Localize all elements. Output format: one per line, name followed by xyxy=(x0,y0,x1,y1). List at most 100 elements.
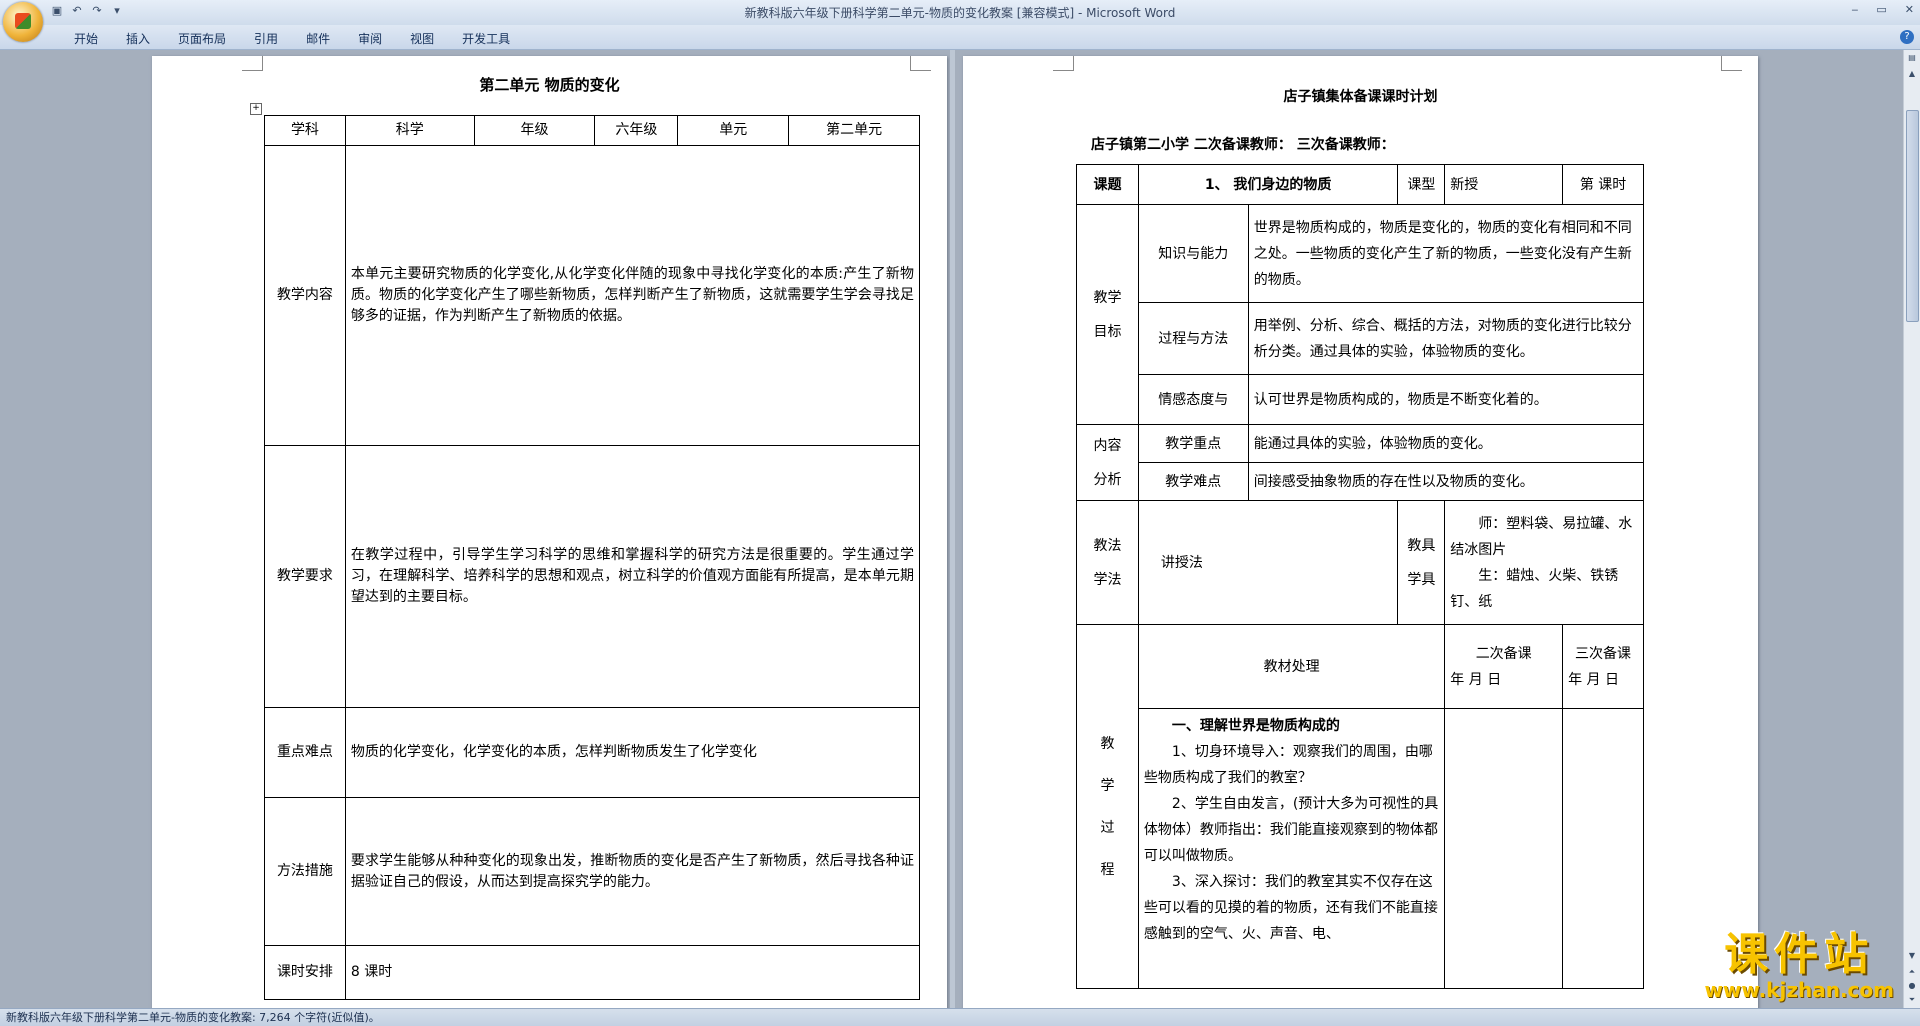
browse-object-icon[interactable]: ● xyxy=(1906,980,1918,992)
scroll-up-icon[interactable]: ▲ xyxy=(1906,68,1918,80)
unit-table: 学科 科学 年级 六年级 单元 第二单元 教学内容 本单元主要研究物质的化学变化… xyxy=(264,115,921,1000)
topic-label[interactable]: 课题 xyxy=(1076,164,1139,205)
tab-developer[interactable]: 开发工具 xyxy=(448,30,524,47)
tools-value[interactable]: 师：塑料袋、易拉罐、水结冰图片 生：蜡烛、火柴、铁锈钉、纸 xyxy=(1444,500,1644,625)
vertical-scrollbar[interactable]: ▤ ▲ ▼ ⏶ ● ⏷ xyxy=(1903,50,1920,1008)
status-text: 新教科版六年级下册科学第二单元-物质的变化教案: 7,264 个字符(近似值)。 xyxy=(6,1011,380,1024)
table-row: 教学内容 本单元主要研究物质的化学变化,从化学变化伴随的现象中寻找化学变化的本质… xyxy=(264,145,921,446)
tools-student: 生：蜡烛、火柴、铁锈钉、纸 xyxy=(1450,567,1619,610)
status-bar: 新教科版六年级下册科学第二单元-物质的变化教案: 7,264 个字符(近似值)。 xyxy=(0,1008,1920,1026)
row-content[interactable]: 在教学过程中，引导学生学习科学的思维和掌握科学的研究方法是很重要的。学生通过学习… xyxy=(344,445,921,708)
goals-label[interactable]: 教学 目标 xyxy=(1076,204,1139,425)
close-button[interactable]: ✕ xyxy=(1905,3,1914,16)
crop-mark xyxy=(242,56,263,71)
title-bar: ▣ ↶ ↷ ▾ 新教科版六年级下册科学第二单元-物质的变化教案 [兼容模式] -… xyxy=(0,0,1920,42)
tools-teacher: 师：塑料袋、易拉罐、水结冰图片 xyxy=(1450,515,1633,558)
topic-value[interactable]: 1、 我们身边的物质 xyxy=(1137,164,1399,205)
window-controls: ‒ ▭ ✕ xyxy=(1851,3,1914,16)
tab-review[interactable]: 审阅 xyxy=(344,30,396,47)
second-prep-header[interactable]: 二次备课年 月 日 xyxy=(1444,624,1564,709)
process-content[interactable]: 一、理解世界是物质构成的 1、切身环境导入：观察我们的周围，由哪些物质构成了我们… xyxy=(1137,708,1446,989)
maximize-button[interactable]: ▭ xyxy=(1876,3,1886,16)
goal-label[interactable]: 过程与方法 xyxy=(1137,302,1249,375)
method-label[interactable]: 教法 学法 xyxy=(1076,500,1139,625)
watermark-url: www.kjzhan.com xyxy=(1704,978,1894,1002)
table-row: 教学过程 教材处理 二次备课年 月 日 三次备课年 月 日 xyxy=(1076,624,1644,989)
process-label[interactable]: 教学过程 xyxy=(1076,624,1139,989)
table-row: 方法措施 要求学生能够从种种变化的现象出发，推断物质的变化是否产生了新物质，然后… xyxy=(264,797,921,946)
window-title: 新教科版六年级下册科学第二单元-物质的变化教案 [兼容模式] - Microso… xyxy=(744,6,1176,20)
crop-mark xyxy=(1721,56,1742,71)
process-step: 3、深入探讨：我们的教室其实不仅存在这些可以看的见摸的着的物质，还有我们不能直接… xyxy=(1143,874,1438,942)
third-prep-header[interactable]: 三次备课年 月 日 xyxy=(1562,624,1644,709)
ruler-toggle-icon[interactable]: ▤ xyxy=(1906,52,1918,64)
process-step: 1、切身环境导入：观察我们的周围，由哪些物质构成了我们的教室？ xyxy=(1143,744,1433,786)
analysis-item-text[interactable]: 间接感受抽象物质的存在性以及物质的变化。 xyxy=(1247,462,1645,501)
goal-label[interactable]: 情感态度与 xyxy=(1137,374,1249,425)
period-label[interactable]: 第 课时 xyxy=(1562,164,1644,205)
goal-text[interactable]: 世界是物质构成的，物质是变化的，物质的变化有相同和不同之处。一些物质的变化产生了… xyxy=(1247,204,1645,303)
process-label-line: 程 xyxy=(1100,861,1115,878)
second-prep-label: 二次备课 xyxy=(1475,645,1532,662)
table-row: 课题 1、 我们身边的物质 课型 新授 第 课时 xyxy=(1076,164,1644,205)
previous-page-icon[interactable]: ⏶ xyxy=(1906,966,1918,978)
next-page-icon[interactable]: ⏷ xyxy=(1906,994,1918,1006)
row-content[interactable]: 本单元主要研究物质的化学变化,从化学变化伴随的现象中寻找化学变化的本质:产生了新… xyxy=(344,145,921,446)
office-button[interactable] xyxy=(3,2,43,42)
tools-label[interactable]: 教具 学具 xyxy=(1397,500,1446,625)
help-icon[interactable]: ? xyxy=(1900,30,1914,44)
scroll-down-icon[interactable]: ▼ xyxy=(1906,950,1918,962)
header-cell[interactable]: 学科 xyxy=(264,115,346,146)
tab-home[interactable]: 开始 xyxy=(60,30,112,47)
row-label[interactable]: 方法措施 xyxy=(264,797,346,946)
row-label[interactable]: 教学要求 xyxy=(264,445,346,708)
third-prep-label: 三次备课 xyxy=(1575,645,1632,662)
third-prep-date: 年 月 日 xyxy=(1568,671,1619,688)
row-content[interactable]: 8 课时 xyxy=(344,945,921,1000)
minimize-button[interactable]: ‒ xyxy=(1851,3,1858,16)
row-label[interactable]: 教学内容 xyxy=(264,145,346,446)
type-value[interactable]: 新授 xyxy=(1444,164,1564,205)
header-cell[interactable]: 六年级 xyxy=(594,115,679,146)
table-row: 重点难点 物质的化学变化，化学变化的本质，怎样判断物质发生了化学变化 xyxy=(264,707,921,798)
process-step: 2、学生自由发言，(预计大多为可视性的具体物体）教师指出：我们能直接观察到的物体… xyxy=(1143,796,1439,864)
header-cell[interactable]: 第二单元 xyxy=(788,115,920,146)
row-label[interactable]: 重点难点 xyxy=(264,707,346,798)
row-content[interactable]: 物质的化学变化，化学变化的本质，怎样判断物质发生了化学变化 xyxy=(344,707,921,798)
type-label[interactable]: 课型 xyxy=(1397,164,1446,205)
tab-references[interactable]: 引用 xyxy=(240,30,292,47)
watermark-title: 课件站 xyxy=(1724,929,1875,980)
material-label[interactable]: 教材处理 xyxy=(1137,624,1446,709)
method-value[interactable]: 讲授法 xyxy=(1137,500,1399,625)
tab-insert[interactable]: 插入 xyxy=(112,30,164,47)
third-prep-notes[interactable] xyxy=(1562,708,1644,989)
row-label[interactable]: 课时安排 xyxy=(264,945,346,1000)
tab-page-layout[interactable]: 页面布局 xyxy=(164,30,240,47)
analysis-item-text[interactable]: 能通过具体的实验，体验物质的变化。 xyxy=(1247,424,1645,463)
header-cell[interactable]: 单元 xyxy=(677,115,790,146)
table-row: 情感态度与 认可世界是物质构成的，物质是不断变化着的。 xyxy=(1077,374,1645,425)
tab-mailings[interactable]: 邮件 xyxy=(292,30,344,47)
analysis-label[interactable]: 内容 分析 xyxy=(1076,424,1139,501)
crop-mark xyxy=(910,56,931,71)
analysis-item-label[interactable]: 教学难点 xyxy=(1137,462,1249,501)
table-row: 过程与方法 用举例、分析、综合、概括的方法，对物质的变化进行比较分析分类。通过具… xyxy=(1077,302,1645,375)
row-content[interactable]: 要求学生能够从种种变化的现象出发，推断物质的变化是否产生了新物质，然后寻找各种证… xyxy=(344,797,921,946)
process-label-line: 教 xyxy=(1100,735,1115,752)
analysis-item-label[interactable]: 教学重点 xyxy=(1137,424,1249,463)
method-label-line: 学法 xyxy=(1093,571,1122,588)
lesson-plan-table: 课题 1、 我们身边的物质 课型 新授 第 课时 教学 目标 知识与能力 世界是物… xyxy=(1076,164,1645,989)
goal-text[interactable]: 用举例、分析、综合、概括的方法，对物质的变化进行比较分析分类。通过具体的实验，体… xyxy=(1247,302,1645,375)
header-cell[interactable]: 年级 xyxy=(473,115,596,146)
table-row: 教学难点 间接感受抽象物质的存在性以及物质的变化。 xyxy=(1077,462,1645,501)
goal-text[interactable]: 认可世界是物质构成的，物质是不断变化着的。 xyxy=(1247,374,1645,425)
table-move-handle-icon[interactable]: + xyxy=(250,103,262,115)
tab-view[interactable]: 视图 xyxy=(396,30,448,47)
page-right: 店子镇集体备课课时计划 店子镇第二小学 二次备课教师： 三次备课教师： 课题 1… xyxy=(963,56,1758,1008)
goal-label[interactable]: 知识与能力 xyxy=(1137,204,1249,303)
scroll-thumb[interactable] xyxy=(1906,110,1919,322)
plan-subtitle: 店子镇第二小学 二次备课教师： 三次备课教师： xyxy=(1091,137,1395,153)
second-prep-date: 年 月 日 xyxy=(1450,671,1502,688)
header-cell[interactable]: 科学 xyxy=(344,115,475,146)
second-prep-notes[interactable] xyxy=(1444,708,1564,989)
